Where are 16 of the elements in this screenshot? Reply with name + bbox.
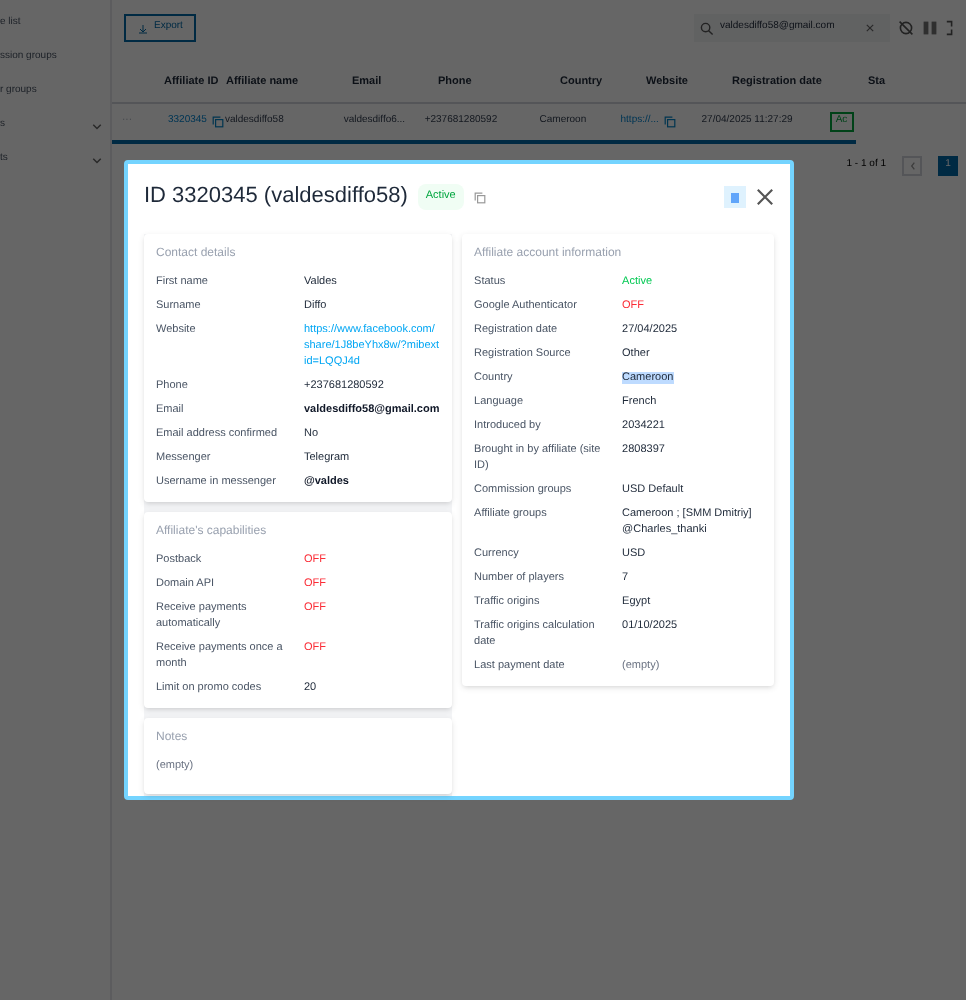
columns-icon[interactable]	[922, 20, 938, 36]
dialog-title: ID 3320345 (valdesdiffo58)	[144, 182, 408, 213]
download-icon	[138, 23, 148, 33]
expand-icon[interactable]	[946, 20, 954, 36]
copy-icon[interactable]	[664, 116, 677, 128]
close-icon[interactable]	[756, 188, 774, 206]
login-as-button[interactable]	[724, 186, 746, 208]
chevron-left-icon	[909, 162, 915, 170]
chevron-down-icon[interactable]	[92, 123, 102, 129]
copy-icon[interactable]	[473, 191, 486, 203]
clear-icon[interactable]	[866, 24, 874, 32]
eye-off-icon[interactable]	[898, 20, 914, 36]
search-icon	[700, 21, 714, 35]
chevron-down-icon[interactable]	[92, 157, 102, 163]
copy-icon[interactable]	[212, 116, 225, 128]
previous-page-button[interactable]	[902, 156, 922, 176]
